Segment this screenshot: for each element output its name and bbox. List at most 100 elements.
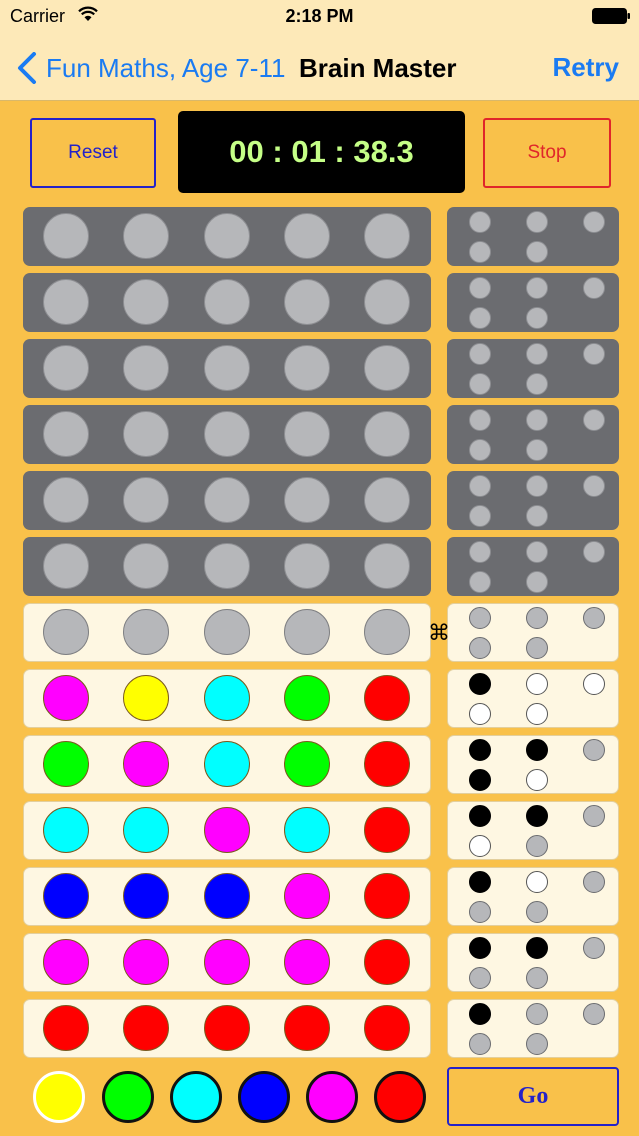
- back-button-label: Fun Maths, Age 7-11: [46, 52, 286, 83]
- reset-button-label: Reset: [68, 142, 118, 163]
- peg-slot: [204, 873, 250, 919]
- palette-color-yellow[interactable]: [33, 1071, 85, 1123]
- feedback-peg: [469, 241, 491, 263]
- peg-slot: [123, 345, 169, 391]
- peg-slot: [364, 939, 410, 985]
- go-button-label: Go: [517, 1083, 549, 1109]
- palette-color-blue[interactable]: [238, 1071, 290, 1123]
- feedback-peg: [526, 805, 548, 827]
- feedback-peg: [469, 805, 491, 827]
- peg-slot: [43, 213, 89, 259]
- feedback-peg: [526, 241, 548, 263]
- stop-button-label: Stop: [527, 142, 567, 163]
- feedback-peg: [469, 835, 491, 857]
- peg-slot: [284, 477, 330, 523]
- feedback-peg: [526, 607, 548, 629]
- peg-slot: [123, 543, 169, 589]
- timer-display: 00 : 01 : 38.3: [178, 111, 465, 193]
- feedback-peg: [469, 637, 491, 659]
- feedback-peg: [526, 1033, 548, 1055]
- peg-slot: [204, 939, 250, 985]
- peg-slot[interactable]: [123, 609, 169, 655]
- peg-slot: [123, 477, 169, 523]
- peg-slot: [123, 807, 169, 853]
- feedback-peg: [526, 901, 548, 923]
- peg-slot: [43, 873, 89, 919]
- peg-slot: [204, 477, 250, 523]
- feedback-peg: [526, 673, 548, 695]
- peg-slot: [123, 1005, 169, 1051]
- feedback-peg: [469, 937, 491, 959]
- feedback-peg: [583, 475, 605, 497]
- feedback-peg: [469, 1033, 491, 1055]
- feedback-peg: [469, 703, 491, 725]
- go-button[interactable]: Go: [447, 1067, 619, 1126]
- peg-slot: [284, 543, 330, 589]
- peg-slot: [123, 213, 169, 259]
- feedback-peg: [526, 1003, 548, 1025]
- command-glyph: ⌘: [428, 620, 450, 645]
- peg-slot: [204, 345, 250, 391]
- peg-slot: [123, 675, 169, 721]
- feedback-peg: [469, 505, 491, 527]
- feedback-peg: [469, 571, 491, 593]
- peg-slot: [204, 279, 250, 325]
- feedback-peg: [526, 505, 548, 527]
- palette-color-magenta[interactable]: [306, 1071, 358, 1123]
- status-time: 2:18 PM: [285, 6, 354, 26]
- peg-slot: [204, 741, 250, 787]
- peg-slot: [284, 675, 330, 721]
- chevron-left-icon: [18, 52, 36, 84]
- peg-slot[interactable]: [204, 609, 250, 655]
- feedback-peg: [526, 211, 548, 233]
- peg-slot: [123, 279, 169, 325]
- feedback-peg: [469, 475, 491, 497]
- peg-slot: [43, 477, 89, 523]
- palette-color-green[interactable]: [102, 1071, 154, 1123]
- peg-slot: [123, 873, 169, 919]
- battery-icon: [592, 8, 630, 24]
- palette-color-cyan[interactable]: [170, 1071, 222, 1123]
- feedback-peg: [583, 673, 605, 695]
- feedback-peg: [583, 277, 605, 299]
- peg-slot[interactable]: [284, 609, 330, 655]
- feedback-peg: [583, 541, 605, 563]
- feedback-peg: [526, 373, 548, 395]
- navigation-bar: Fun Maths, Age 7-11 Brain Master Retry: [0, 36, 639, 101]
- feedback-peg: [469, 307, 491, 329]
- feedback-peg: [526, 439, 548, 461]
- peg-slot[interactable]: [364, 609, 410, 655]
- retry-button[interactable]: Retry: [553, 52, 619, 83]
- feedback-peg: [526, 343, 548, 365]
- feedback-peg: [583, 1003, 605, 1025]
- feedback-peg: [526, 967, 548, 989]
- feedback-peg: [469, 739, 491, 761]
- palette-color-red[interactable]: [374, 1071, 426, 1123]
- feedback-peg: [583, 607, 605, 629]
- peg-slot: [43, 939, 89, 985]
- feedback-peg: [583, 211, 605, 233]
- peg-slot: [204, 675, 250, 721]
- feedback-peg: [526, 871, 548, 893]
- feedback-peg: [526, 475, 548, 497]
- timer-value: 00 : 01 : 38.3: [229, 134, 414, 169]
- peg-slot: [364, 345, 410, 391]
- peg-slot: [204, 213, 250, 259]
- page-title: Brain Master: [299, 53, 457, 83]
- feedback-peg: [526, 571, 548, 593]
- feedback-peg: [583, 343, 605, 365]
- reset-button[interactable]: Reset: [30, 118, 156, 188]
- peg-slot[interactable]: [43, 609, 89, 655]
- peg-slot: [204, 411, 250, 457]
- back-button[interactable]: Fun Maths, Age 7-11: [16, 50, 285, 86]
- peg-slot: [364, 213, 410, 259]
- peg-slot: [284, 411, 330, 457]
- stop-button[interactable]: Stop: [483, 118, 611, 188]
- peg-slot: [284, 1005, 330, 1051]
- feedback-peg: [469, 541, 491, 563]
- peg-slot: [284, 741, 330, 787]
- peg-slot: [364, 543, 410, 589]
- peg-slot: [43, 411, 89, 457]
- feedback-peg: [469, 373, 491, 395]
- peg-slot: [364, 675, 410, 721]
